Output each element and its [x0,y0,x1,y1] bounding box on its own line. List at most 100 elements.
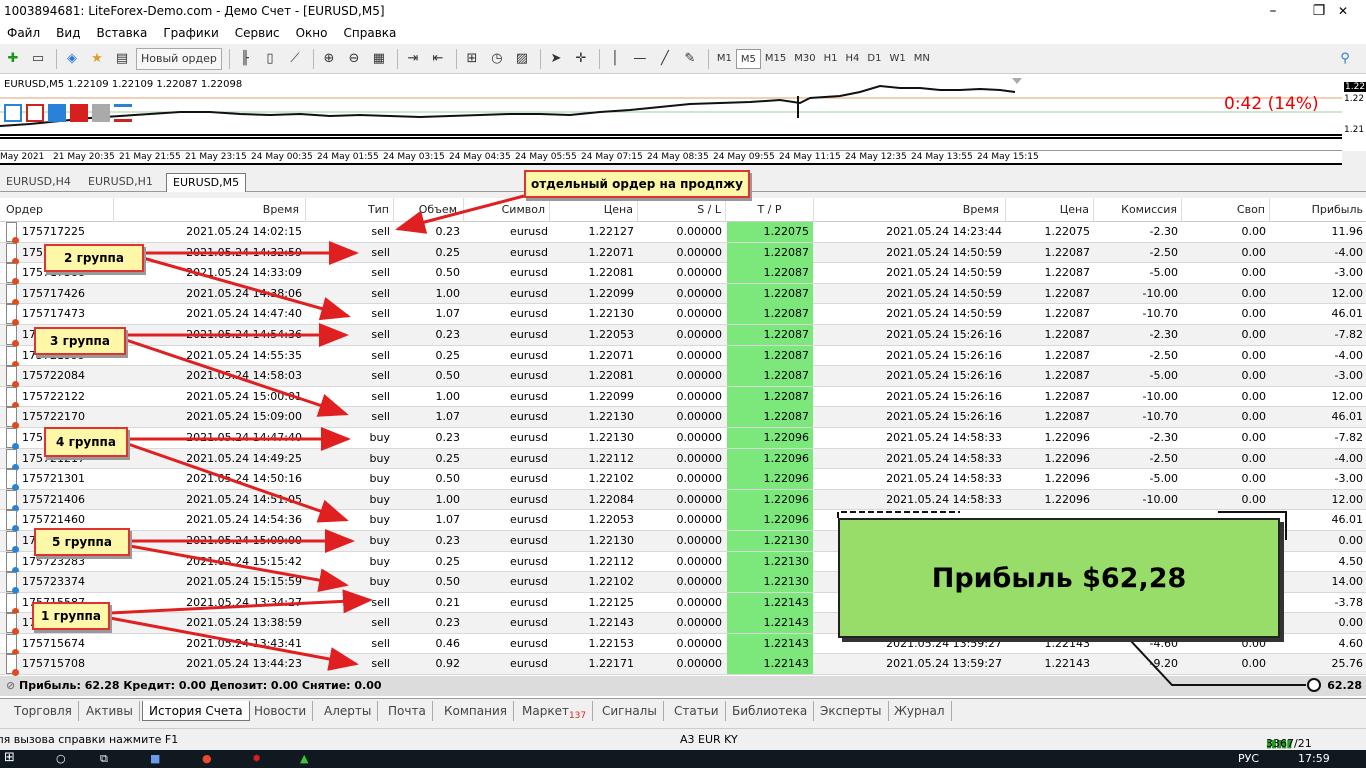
menu-file[interactable]: Файл [0,26,49,40]
terminal-icon[interactable]: ▤ [111,48,133,70]
taskbar-task-view-icon[interactable]: ⧉ [100,752,108,766]
close-button[interactable]: ✕ [1320,0,1366,22]
table-row[interactable]: 1757211912021.05.24 14:47:40buy0.23eurus… [0,427,1366,450]
column-close-price[interactable]: Цена [1006,198,1094,222]
object-lines-icon[interactable] [114,104,132,122]
table-row[interactable]: 175715708 2021.05.24 13:44:23 sell 0.92 euru… [0,654,1366,677]
tab-signals[interactable]: Сигналы [596,701,664,721]
column-sl[interactable]: S / L [638,198,726,222]
menu-view[interactable]: Вид [49,26,89,40]
candles-icon[interactable]: ▯ [259,48,281,70]
menu-charts[interactable]: Графики [156,26,227,40]
tab-market[interactable]: Маркет137 [516,701,594,721]
vertical-line-icon[interactable]: │ [604,48,626,70]
chart-shift-icon[interactable]: ⇤ [427,48,449,70]
tab-mailbox[interactable]: Почта [382,701,433,721]
zoom-in-icon[interactable]: ⊕ [318,48,340,70]
taskbar-terminal-icon[interactable]: ▲ [300,752,308,765]
timeframe-h1[interactable]: H1 [820,49,842,69]
table-row[interactable]: 175722122 2021.05.24 15:00:01 sell 1.00 euru… [0,386,1366,409]
table-row[interactable]: 175721217 2021.05.24 14:49:25 buy 0.25 eurus… [0,448,1366,471]
tab-code-base[interactable]: Библиотека [726,701,815,721]
menu-tools[interactable]: Сервис [228,26,289,40]
column-swap[interactable]: Своп [1182,198,1270,222]
taskbar-clock[interactable]: 17:59 [1298,752,1330,765]
indicators-icon[interactable]: ⊞ [461,48,483,70]
zoom-out-icon[interactable]: ⊖ [343,48,365,70]
column-commission[interactable]: Комиссия [1094,198,1182,222]
new-order-button[interactable]: Новый ордер [136,47,222,70]
menu-help[interactable]: Справка [337,26,406,40]
tab-exposure[interactable]: Активы [80,701,140,721]
autoscroll-icon[interactable]: ⇥ [402,48,424,70]
column-close-time[interactable]: Время [814,198,1006,222]
table-row[interactable]: 1757173582021.05.24 14:32:59sell0.25euru… [0,242,1366,265]
table-row[interactable]: 175722170 2021.05.24 15:09:00 sell 1.07 euru… [0,407,1366,430]
search-icon[interactable]: ⚲ [1334,48,1356,70]
column-type[interactable]: Тип [306,198,394,222]
tab-experts[interactable]: Эксперты [814,701,889,721]
bar-chart-icon[interactable]: ╟ [234,48,256,70]
profiles-icon[interactable]: ▭ [27,48,49,70]
object-red-outline-icon[interactable] [26,104,44,122]
taskbar-app-icon[interactable]: ■ [150,752,160,765]
new-chart-icon[interactable]: ✚ [2,48,24,70]
windows-start-icon[interactable]: ⊞ [4,750,15,765]
minimize-button[interactable]: – [1250,0,1296,22]
table-row[interactable]: 175717426 2021.05.24 14:38:06 sell 1.00 euru… [0,283,1366,306]
timeframe-h4[interactable]: H4 [842,49,864,69]
tab-account-history[interactable]: История Счета [142,701,250,721]
table-row[interactable]: 175721999 2021.05.24 14:55:35 sell 0.25 euru… [0,345,1366,368]
tab-eurusd-h1[interactable]: EURUSD,H1 [82,173,159,192]
tab-articles[interactable]: Статьи [668,701,726,721]
horizontal-line-icon[interactable]: — [629,48,651,70]
cursor-icon[interactable]: ➤ [545,48,567,70]
menu-window[interactable]: Окно [289,26,337,40]
tab-eurusd-m5[interactable]: EURUSD,M5 [166,173,247,192]
table-row[interactable]: 175717473 2021.05.24 14:47:40 sell 1.07 euru… [0,304,1366,327]
table-row[interactable]: 1757219872021.05.24 14:54:36sell0.23euru… [0,324,1366,347]
taskbar-browser-icon[interactable]: ● [202,752,212,765]
price-chart[interactable]: EURUSD,M5 1.22109 1.22109 1.22087 1.2209… [0,74,1342,151]
templates-icon[interactable]: ▨ [511,48,533,70]
timeframe-mn[interactable]: MN [910,49,934,69]
timeframe-m1[interactable]: M1 [713,49,736,69]
tab-company[interactable]: Компания [438,701,514,721]
column-volume[interactable]: Объем [394,198,464,222]
taskbar-search-icon[interactable]: ○ [56,752,66,765]
trendline-icon[interactable]: ╱ [654,48,676,70]
column-profit[interactable]: Прибыль [1270,198,1366,222]
taskbar-lang[interactable]: РУС [1238,752,1259,765]
object-red-fill-icon[interactable] [70,104,88,122]
object-blue-fill-icon[interactable] [48,104,66,122]
navigator-icon[interactable]: ★ [86,48,108,70]
line-chart-icon[interactable]: ⟋ [284,48,306,70]
object-blue-outline-icon[interactable] [4,104,22,122]
tab-news[interactable]: Новости [248,701,314,721]
column-order[interactable]: Ордер [0,198,114,222]
table-row[interactable]: 175717225 2021.05.24 14:02:15 sell 0.23 euru… [0,222,1366,244]
column-tp[interactable]: T / P [726,198,814,222]
table-row[interactable]: 175717388 2021.05.24 14:33:09 sell 0.50 euru… [0,263,1366,286]
column-symbol[interactable]: Символ [464,198,550,222]
tile-windows-icon[interactable]: ▦ [368,48,390,70]
tab-alerts[interactable]: Алерты [318,701,379,721]
market-watch-icon[interactable]: ◈ [61,48,83,70]
shapes-icon[interactable]: ✎ [679,48,701,70]
timeframe-d1[interactable]: D1 [863,49,885,69]
tab-journal[interactable]: Журнал [888,701,952,721]
timeframe-w1[interactable]: W1 [885,49,909,69]
taskbar-settings-icon[interactable]: ✹ [252,752,261,765]
tab-trade[interactable]: Торговля [8,701,79,721]
table-row[interactable]: 175721406 2021.05.24 14:51:05 buy 1.00 eurus… [0,489,1366,512]
column-open-time[interactable]: Время [114,198,306,222]
table-row[interactable]: 175722084 2021.05.24 14:58:03 sell 0.50 euru… [0,366,1366,389]
timeframe-m5[interactable]: M5 [735,48,761,69]
table-row[interactable]: 175721301 2021.05.24 14:50:16 buy 0.50 eurus… [0,469,1366,492]
timeframe-m30[interactable]: M30 [790,49,819,69]
menu-insert[interactable]: Вставка [89,26,156,40]
object-gray-fill-icon[interactable] [92,104,110,122]
periods-icon[interactable]: ◷ [486,48,508,70]
tab-eurusd-h4[interactable]: EURUSD,H4 [0,173,77,192]
timeframe-m15[interactable]: M15 [761,49,790,69]
